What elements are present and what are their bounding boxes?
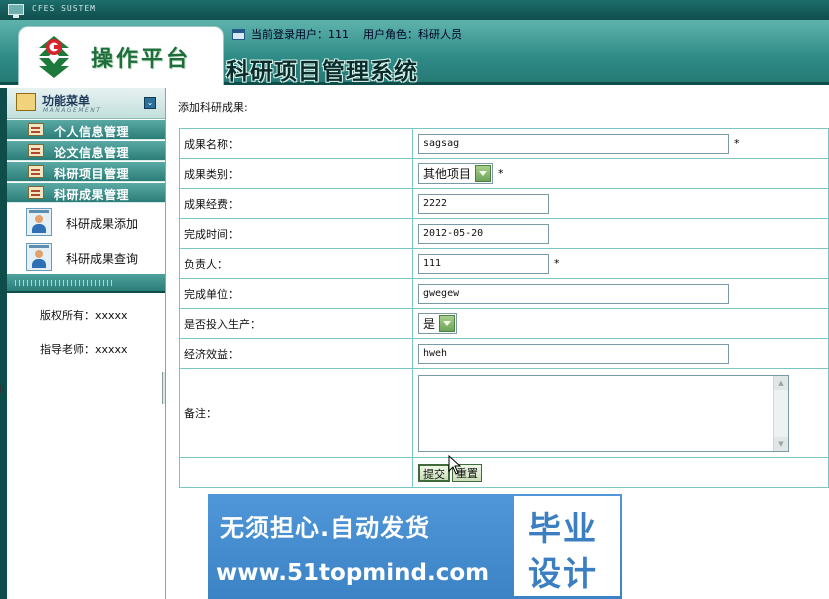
menu-item-personal-info[interactable]: 个人信息管理 (7, 120, 165, 140)
menu-item-label: 科研项目管理 (54, 167, 130, 181)
system-title-bar: CFES SUSTEM (0, 0, 829, 20)
menu-subtitle: MANAGEMENT (43, 107, 102, 114)
field-label-date: 完成时间： (179, 218, 413, 249)
field-label-name: 成果名称： (179, 128, 413, 159)
menu-footer-pattern (15, 280, 115, 286)
menu-item-label: 论文信息管理 (54, 146, 130, 160)
chevron-down-icon[interactable] (475, 165, 492, 182)
note-scrollbar[interactable]: ▲ ▼ (773, 375, 788, 451)
window-icon (232, 28, 245, 40)
menu-item-label: 个人信息管理 (54, 125, 130, 139)
logo-text: 操作平台 (91, 46, 192, 72)
sidebar: 功能菜单 MANAGEMENT ⌄ 个人信息管理 论文信息管理 科研项目管理 科… (0, 88, 166, 599)
edge-marker (0, 385, 4, 393)
production-select[interactable]: 是 (418, 313, 458, 334)
sub-item-query-achievement[interactable]: 科研成果查询 (7, 240, 165, 276)
production-select-value: 是 (423, 317, 436, 331)
menu-footer (7, 274, 165, 293)
unit-input[interactable]: gwegew (418, 283, 729, 304)
banner-url: www.51topmind.com (216, 560, 490, 586)
field-label-unit: 完成单位： (179, 278, 413, 309)
banner-badge-line1: 毕业 (528, 509, 598, 548)
banner-badge: 毕业 设计 (514, 496, 620, 596)
required-mark: * (734, 137, 740, 150)
submit-button[interactable]: 提交 (418, 463, 450, 482)
funding-input[interactable]: 2222 (418, 193, 549, 214)
sub-item-label: 科研成果查询 (66, 252, 139, 266)
required-mark: * (554, 257, 560, 270)
sub-item-add-achievement[interactable]: 科研成果添加 (7, 205, 165, 241)
sub-item-label: 科研成果添加 (66, 217, 139, 231)
user-role-label: 用户角色：科研人员 (363, 28, 462, 41)
sidebar-splitter-handle[interactable] (162, 372, 166, 404)
document-icon (28, 123, 44, 136)
banner-badge-line2: 设计 (528, 554, 598, 593)
document-icon (28, 144, 44, 157)
system-bar-text: CFES SUSTEM (32, 4, 96, 13)
field-label-category: 成果类别： (179, 158, 413, 189)
chevron-down-icon[interactable] (439, 315, 456, 332)
category-select-value: 其他项目 (423, 167, 472, 181)
menu-item-project-management[interactable]: 科研项目管理 (7, 162, 165, 182)
system-title: 科研项目管理系统 (226, 58, 418, 85)
watermark-banner: 无须担心.自动发货 www.51topmind.com 毕业 设计 (208, 494, 622, 599)
menu-folder-icon (16, 93, 36, 111)
logo-tab: 操作平台 (18, 26, 224, 85)
logo-icon (39, 36, 69, 78)
achievement-form: 成果名称： sagsag * 成果类别： 其他项目 * 成果经费： 2222 完… (179, 128, 829, 488)
user-info-bar: 当前登录用户：111 用户角色：科研人员 (232, 25, 462, 43)
scroll-down-icon[interactable]: ▼ (774, 436, 788, 451)
document-icon (28, 186, 44, 199)
note-textarea[interactable] (418, 374, 789, 452)
name-input[interactable]: sagsag (418, 133, 729, 154)
collapse-chevron-icon[interactable]: ⌄ (144, 97, 156, 109)
menu-item-paper-info[interactable]: 论文信息管理 (7, 141, 165, 161)
actions-label-cell (179, 457, 413, 488)
menu-item-label: 科研成果管理 (54, 188, 130, 202)
menu-item-achievement-management[interactable]: 科研成果管理 (7, 183, 165, 203)
required-mark: * (498, 167, 504, 180)
mouse-pointer-icon (448, 455, 462, 475)
field-label-production: 是否投入生产： (179, 308, 413, 339)
banner-slogan: 无须担心.自动发货 (220, 514, 431, 542)
field-label-funding: 成果经费： (179, 188, 413, 219)
monitor-icon (8, 4, 24, 18)
current-user-label: 当前登录用户：111 (251, 28, 349, 41)
header: 操作平台 当前登录用户：111 用户角色：科研人员 科研项目管理系统 (0, 20, 829, 85)
page-title: 添加科研成果: (178, 101, 248, 114)
completion-date-input[interactable]: 2012-05-20 (418, 223, 549, 244)
benefit-input[interactable]: hweh (418, 343, 729, 364)
leader-input[interactable]: 111 (418, 253, 549, 274)
user-card-icon (26, 208, 52, 236)
advisor-text: 指导老师：xxxxx (40, 343, 128, 356)
field-label-leader: 负责人： (179, 248, 413, 279)
copyright-text: 版权所有：xxxxx (40, 309, 128, 322)
scroll-up-icon[interactable]: ▲ (774, 375, 788, 390)
category-select[interactable]: 其他项目 (418, 163, 494, 184)
field-label-benefit: 经济效益： (179, 338, 413, 369)
user-card-icon (26, 243, 52, 271)
menu-header: 功能菜单 MANAGEMENT ⌄ (7, 88, 165, 119)
field-label-note: 备注： (179, 368, 413, 458)
document-icon (28, 165, 44, 178)
